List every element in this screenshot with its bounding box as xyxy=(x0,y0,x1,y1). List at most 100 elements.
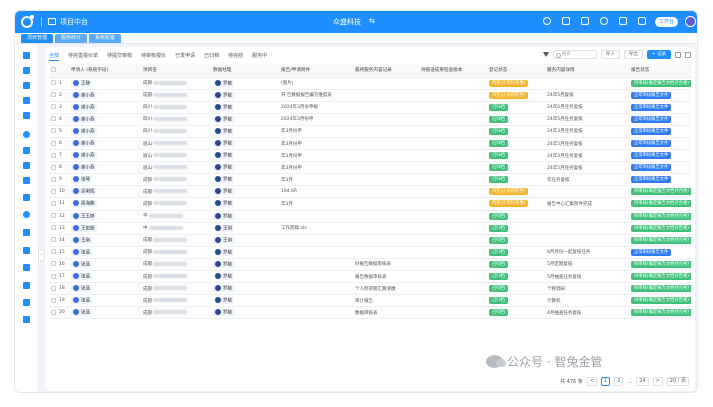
row-select-cell[interactable] xyxy=(49,113,57,126)
check-cell[interactable] xyxy=(419,222,487,235)
status-badge[interactable]: 正常审核报告文件 xyxy=(631,248,672,256)
status-badge[interactable]: 待审核(确定报告文档待合格) xyxy=(631,224,691,232)
check-cell[interactable] xyxy=(419,101,487,114)
attachment-cell[interactable] xyxy=(279,306,353,320)
user-chip[interactable]: 张蓝 xyxy=(71,297,92,305)
user-chip[interactable]: 罗敏 xyxy=(213,212,234,220)
list-icon[interactable] xyxy=(23,67,30,74)
row-checkbox[interactable] xyxy=(51,249,56,255)
status-badge[interactable]: 已归档 xyxy=(489,273,508,281)
record-cell[interactable] xyxy=(353,137,419,151)
row-checkbox[interactable] xyxy=(51,164,56,170)
table-row[interactable]: 6 谢小燕 眉山 罗敏 年3月份申 已归档 24年5月任务复核 正常审核报告文件 xyxy=(49,137,691,151)
status-badge[interactable]: 已归档 xyxy=(489,248,508,256)
user-chip[interactable]: 张蓝 xyxy=(71,309,92,317)
record-cell[interactable] xyxy=(353,234,419,247)
report-cell[interactable]: 待审核(确定报告文档待合格) xyxy=(629,234,691,247)
manager-cell[interactable]: 罗敏 xyxy=(211,294,279,308)
detail-cell[interactable]: 24年5月任务复核 xyxy=(545,137,629,151)
table-row[interactable]: 5 谢小燕 四川 罗敏 年3月份申 已归档 24年3月任务复核 正常审核报告文件 xyxy=(49,125,691,138)
row-select-cell[interactable] xyxy=(49,294,57,308)
project-cell[interactable]: 四川 xyxy=(141,101,211,114)
attachment-cell[interactable]: 104.SR xyxy=(279,185,353,199)
chart-icon[interactable] xyxy=(23,247,30,254)
status-badge[interactable]: 已归档 xyxy=(489,176,508,184)
applicant-cell[interactable]: 张蓝 xyxy=(69,306,141,320)
report-cell[interactable]: 正常审核报告文件 xyxy=(629,101,691,114)
project-cell[interactable]: 眉山 xyxy=(141,137,211,151)
check-cell[interactable] xyxy=(419,197,487,211)
attachment-cell[interactable]: 年3月份申 xyxy=(279,137,353,151)
report-cell[interactable]: 正常审核报告文件 xyxy=(629,125,691,138)
table-row[interactable]: 10 吴明辉 成都 罗敏 104.SR 待登记(资料完善) 待审核(确定报告文档待合格) xyxy=(49,185,691,199)
manager-cell[interactable]: 罗敏 xyxy=(211,270,279,284)
registration-cell[interactable]: 已归档 xyxy=(487,101,545,114)
record-cell[interactable] xyxy=(353,113,419,126)
row-checkbox[interactable] xyxy=(51,213,56,219)
registration-cell[interactable]: 已归档 xyxy=(487,173,545,187)
settings-icon[interactable] xyxy=(600,17,608,25)
table-row[interactable]: 11 周海鹏 成都 罗敏 年3月 待登记(资料完善) 报告中心汇集附件完成 待审核(确定报告… xyxy=(49,197,691,211)
detail-cell[interactable]: 8月月份一起复核任务 xyxy=(545,246,629,259)
table-row[interactable]: 3 谢小燕 四川 罗敏 2024年3月份申报 已归档 24年6月任务复核 正常审核报告文件 xyxy=(49,101,691,114)
status-badge[interactable]: 待审核(确定报告文档待合格) xyxy=(631,188,691,196)
column-header[interactable]: 最终服务内容记录 xyxy=(353,64,419,78)
manager-cell[interactable]: 罗敏 xyxy=(211,149,279,163)
check-cell[interactable] xyxy=(419,161,487,175)
filter-pending-submit[interactable]: 待提交审核 xyxy=(107,52,132,61)
select-all-checkbox[interactable] xyxy=(51,67,56,73)
check-cell[interactable] xyxy=(419,113,487,126)
report-cell[interactable]: 待审核(确定报告文档待合格) xyxy=(629,210,691,223)
record-cell[interactable] xyxy=(353,149,419,163)
attachment-cell[interactable]: 年3月 xyxy=(279,197,353,211)
record-cell[interactable] xyxy=(353,185,419,199)
filter-applied[interactable]: 已发申请 xyxy=(175,52,195,61)
table-row[interactable]: 16 张蓝 成都 罗敏 好报告数据审核表 已归档 5月定期复核 待审核(确定报告文档待合格) xyxy=(49,258,691,272)
row-checkbox[interactable] xyxy=(51,80,56,86)
manager-cell[interactable]: 罗敏 xyxy=(211,282,279,296)
record-cell[interactable] xyxy=(353,197,419,211)
report-cell[interactable]: 待审核(确定报告文档待合格) xyxy=(629,77,691,90)
detail-cell[interactable]: 报告中心汇集附件完成 xyxy=(545,197,629,211)
detail-cell[interactable]: 4月抽查任务复核 xyxy=(545,306,629,320)
attachment-text[interactable]: 年3月 xyxy=(281,202,293,207)
detail-cell[interactable]: 24年5月任务复核 xyxy=(545,113,629,126)
user-chip[interactable]: 王静 xyxy=(71,79,92,87)
check-cell[interactable] xyxy=(419,258,487,272)
registration-cell[interactable]: 已归档 xyxy=(487,294,545,308)
applicant-cell[interactable]: 谢小燕 xyxy=(69,161,141,175)
last-page-button[interactable]: 24 xyxy=(636,377,649,386)
report-cell[interactable]: 待审核(确定报告文档待合格) xyxy=(629,222,691,235)
table-row[interactable]: 18 张蓝 成都 罗敏 个人所得税汇算清缴 已归档 个税调研 待审核(确定报告文档待合格) xyxy=(49,282,691,296)
row-checkbox[interactable] xyxy=(51,152,56,158)
registration-cell[interactable]: 待登记(资料完善) xyxy=(487,185,545,199)
record-cell[interactable]: 个人所得税汇算清缴 xyxy=(353,282,419,296)
archive-icon[interactable] xyxy=(23,264,30,271)
detail-cell[interactable] xyxy=(545,210,629,223)
record-cell[interactable] xyxy=(353,89,419,102)
project-cell[interactable]: 中 xyxy=(141,222,211,235)
report-cell[interactable]: 正常审核报告文件 xyxy=(629,137,691,151)
registration-cell[interactable]: 已归档 xyxy=(487,258,545,272)
table-row[interactable]: 15 张蓝 成都 罗敏 已归档 8月月份一起复核任务 正常审核报告文件 xyxy=(49,246,691,259)
record-cell[interactable] xyxy=(353,246,419,259)
user-chip[interactable]: 罗敏 xyxy=(213,164,234,172)
workspace-title[interactable]: 众盛科技 xyxy=(333,17,361,27)
status-badge[interactable]: 待审核(确定报告文档待合格) xyxy=(631,79,691,87)
status-badge[interactable]: 已归档 xyxy=(489,285,508,293)
manager-cell[interactable]: 罗敏 xyxy=(211,137,279,151)
filter-in-service[interactable]: 服务中 xyxy=(252,52,267,61)
user-chip[interactable]: 罗敏 xyxy=(213,188,234,196)
record-cell[interactable]: 好报告数据审核表 xyxy=(353,258,419,272)
manager-cell[interactable]: 罗敏 xyxy=(211,185,279,199)
row-checkbox[interactable] xyxy=(51,116,56,122)
check-cell[interactable] xyxy=(419,149,487,163)
collapse-nav-icon[interactable]: › xyxy=(38,249,45,261)
applicant-cell[interactable]: 王琪 xyxy=(69,234,141,247)
project-cell[interactable]: 成都 xyxy=(141,246,211,259)
fullscreen-icon[interactable] xyxy=(685,51,691,58)
user-chip[interactable]: 谢小燕 xyxy=(71,140,97,148)
notes-icon[interactable] xyxy=(23,282,30,289)
detail-cell[interactable]: 个税调研 xyxy=(545,282,629,296)
calendar-icon[interactable] xyxy=(619,17,627,25)
